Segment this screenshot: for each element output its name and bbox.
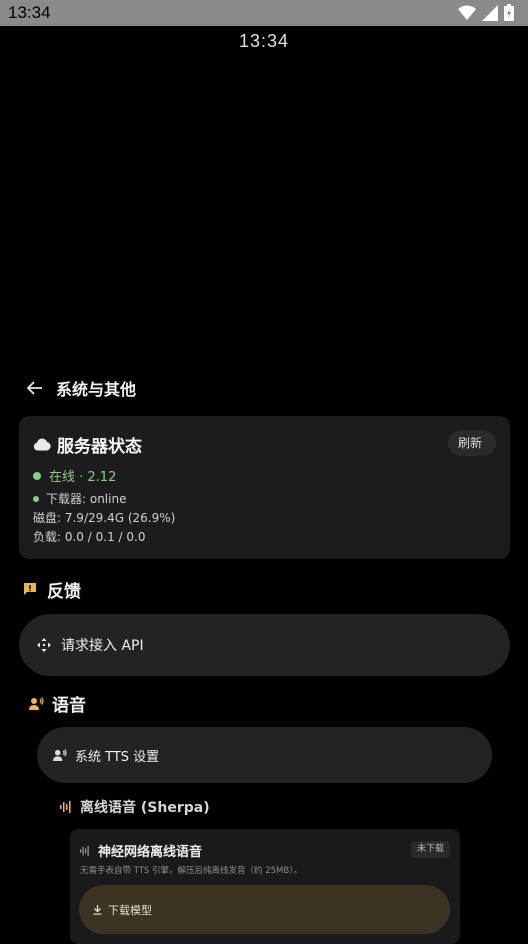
neural-tts-description: 无需手表自带 TTS 引擎，解压后纯离线发音（约 25MB）。 [80, 866, 302, 876]
download-icon [93, 904, 102, 915]
neural-tts-title: 神经网络离线语音 [98, 845, 203, 860]
voice-section-title: 语音 [29, 692, 86, 716]
status-time: 13:34 [8, 3, 51, 22]
signal-icon [482, 4, 498, 21]
move-arrows-icon [37, 638, 51, 652]
online-status: 在线 · 2.12 [33, 466, 116, 485]
page-title: 系统与其他 [56, 380, 137, 399]
page-header: 系统与其他 [24, 376, 136, 400]
neural-tts-card: 神经网络离线语音 未下载 无需手表自带 TTS 引擎，解压后纯离线发音（约 25… [70, 829, 460, 944]
api-request-button[interactable]: 请求接入 API [19, 614, 510, 676]
server-status-title: 服务器状态 [57, 437, 142, 457]
wifi-icon [458, 5, 476, 20]
battery-icon [504, 4, 514, 21]
server-status-header: 服务器状态 [33, 432, 142, 457]
online-text: 在线 · 2.12 [49, 470, 117, 485]
arrow-left-icon [27, 381, 42, 395]
feedback-icon [24, 583, 36, 595]
server-status-card: 服务器状态 刷新 在线 · 2.12 下载器: online 磁盘: 7.9/2… [19, 416, 510, 559]
voice-title: 语音 [52, 695, 86, 716]
status-bar: 13:34 [0, 0, 528, 26]
download-model-button[interactable]: 下载模型 [79, 885, 450, 934]
load-text: 负载: 0.0 / 0.1 / 0.0 [33, 530, 146, 544]
neural-tts-header: 神经网络离线语音 [80, 841, 202, 860]
back-button[interactable] [24, 377, 46, 399]
tts-settings-button[interactable]: 系统 TTS 设置 [37, 727, 492, 783]
clock: 13:34 [238, 31, 290, 51]
status-icons [458, 4, 514, 21]
feedback-title: 反馈 [47, 581, 81, 602]
downloader-status: 下载器: online [33, 490, 126, 507]
downloader-text: 下载器: online [46, 492, 127, 506]
disk-usage: 磁盘: 7.9/29.4G (26.9%) [33, 509, 175, 526]
voice-icon [29, 696, 44, 710]
online-dot [33, 471, 41, 480]
feedback-section-title: 反馈 [23, 578, 81, 602]
waveform-icon [80, 845, 89, 856]
offline-voice-title: 离线语音 (Sherpa) [60, 797, 210, 817]
load-average: 负载: 0.0 / 0.1 / 0.0 [33, 528, 145, 545]
disk-text: 磁盘: 7.9/29.4G (26.9%) [33, 511, 176, 525]
cloud-icon [33, 438, 51, 451]
refresh-button[interactable]: 刷新 [447, 430, 496, 456]
downloader-dot [33, 495, 39, 502]
not-downloaded-badge: 未下载 [410, 841, 450, 858]
voice-settings-icon [53, 749, 67, 761]
api-request-label: 请求接入 API [61, 638, 144, 654]
tts-settings-label: 系统 TTS 设置 [75, 749, 160, 765]
download-model-label: 下载模型 [108, 903, 152, 917]
offline-voice-label: 离线语音 (Sherpa) [80, 800, 210, 816]
waveform-icon [60, 801, 71, 813]
